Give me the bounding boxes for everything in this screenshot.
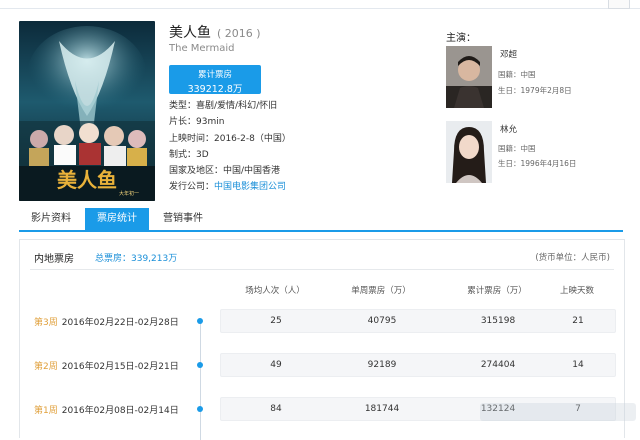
column-header: 单周票房（万）: [351, 286, 411, 296]
distributor-label: 发行公司：: [169, 182, 215, 193]
actor-birthday: 生日：1979年2月8日: [498, 86, 572, 95]
week-number: 第2周: [34, 362, 58, 372]
days-released: 21: [572, 316, 584, 326]
watermark: [478, 399, 638, 425]
timeline-dot: [197, 362, 203, 368]
tab-bar: 影片资料 票房统计 营销事件: [19, 208, 623, 232]
distributor-link[interactable]: 中国电影集团公司: [214, 182, 286, 192]
actor-birthday: 生日：1996年4月16日: [498, 159, 577, 168]
panel-title: 内地票房: [34, 254, 74, 265]
timeline-line: [200, 320, 201, 440]
weekly-boxoffice: 92189: [367, 360, 397, 370]
corner-widget[interactable]: [608, 0, 630, 9]
tab-marketing-events[interactable]: 营销事件: [151, 208, 215, 230]
meta-distributor: 发行公司：中国电影集团公司: [169, 179, 291, 195]
actor-name[interactable]: 林允: [500, 123, 517, 135]
column-header: 累计票房（万）: [467, 286, 527, 296]
timeline-dot: [197, 406, 203, 412]
movie-meta: 类型：喜剧/爱情/科幻/怀旧 片长：93min 上映时间：2016-2-8（中国…: [169, 98, 291, 196]
meta-format: 制式：3D: [169, 149, 209, 160]
poster-tag: 大年初一: [119, 190, 139, 197]
meta-region: 国家及地区：中国/中国香港: [169, 166, 281, 177]
column-header: 场均人次（人）: [245, 286, 305, 296]
meta-length: 片长：93min: [169, 117, 225, 128]
actor-photo[interactable]: [446, 121, 492, 183]
movie-year: ( 2016 ): [217, 27, 261, 40]
tab-film-info[interactable]: 影片资料: [19, 208, 83, 230]
week-number: 第1周: [34, 406, 58, 416]
avg-attendance: 84: [270, 404, 282, 414]
actor-name[interactable]: 邓超: [500, 48, 517, 60]
divider: [30, 269, 614, 270]
week-label: 第2周 2016年02月15日-02月21日: [34, 359, 179, 372]
table-row[interactable]: 49 92189 274404 14: [220, 353, 616, 377]
avg-attendance: 49: [270, 360, 282, 370]
week-label: 第1周 2016年02月08日-02月14日: [34, 403, 179, 416]
boxoffice-value: 339212.8万: [187, 84, 243, 95]
meta-type: 类型：喜剧/爱情/科幻/怀旧: [169, 101, 278, 111]
week-label: 第3周 2016年02月22日-02月28日: [34, 315, 179, 328]
actor-nationality: 国籍：中国: [498, 70, 536, 79]
meta-release: 上映时间：2016-2-8（中国）: [169, 133, 291, 144]
weekly-boxoffice: 40795: [367, 316, 397, 326]
timeline-dot: [197, 318, 203, 324]
week-range: 2016年02月08日-02月14日: [61, 406, 179, 416]
cast-heading: 主演：: [446, 33, 476, 44]
cumulative-boxoffice: 274404: [480, 360, 516, 370]
movie-title-cn: 美人鱼: [169, 25, 211, 41]
movie-title-en: The Mermaid: [169, 43, 235, 54]
avg-attendance: 25: [270, 316, 282, 326]
table-row[interactable]: 25 40795 315198 21: [220, 309, 616, 333]
weekly-boxoffice: 181744: [364, 404, 400, 414]
tab-boxoffice-stats[interactable]: 票房统计: [85, 208, 149, 230]
column-header: 上映天数: [559, 286, 594, 296]
total-boxoffice-button[interactable]: 累计票房 339212.8万: [169, 65, 261, 95]
days-released: 14: [572, 360, 584, 370]
actor-photo[interactable]: [446, 46, 492, 108]
top-bar: [0, 0, 640, 9]
poster-title-art: 美人鱼: [57, 168, 117, 192]
actor-card-1[interactable]: 邓超 国籍：中国 生日：1979年2月8日: [446, 46, 626, 110]
currency-unit: (货币单位：人民币): [535, 253, 610, 263]
panel-total: 总票房：339,213万: [95, 254, 178, 264]
week-range: 2016年02月22日-02月28日: [61, 318, 179, 328]
movie-title: 美人鱼 ( 2016 ): [169, 22, 261, 42]
week-range: 2016年02月15日-02月21日: [61, 362, 179, 372]
actor-card-2[interactable]: 林允 国籍：中国 生日：1996年4月16日: [446, 121, 626, 185]
actor-nationality: 国籍：中国: [498, 144, 536, 153]
cumulative-boxoffice: 315198: [480, 316, 516, 326]
boxoffice-label: 累计票房: [197, 70, 232, 80]
movie-poster[interactable]: 美人鱼 大年初一: [19, 21, 155, 201]
week-number: 第3周: [34, 318, 58, 328]
